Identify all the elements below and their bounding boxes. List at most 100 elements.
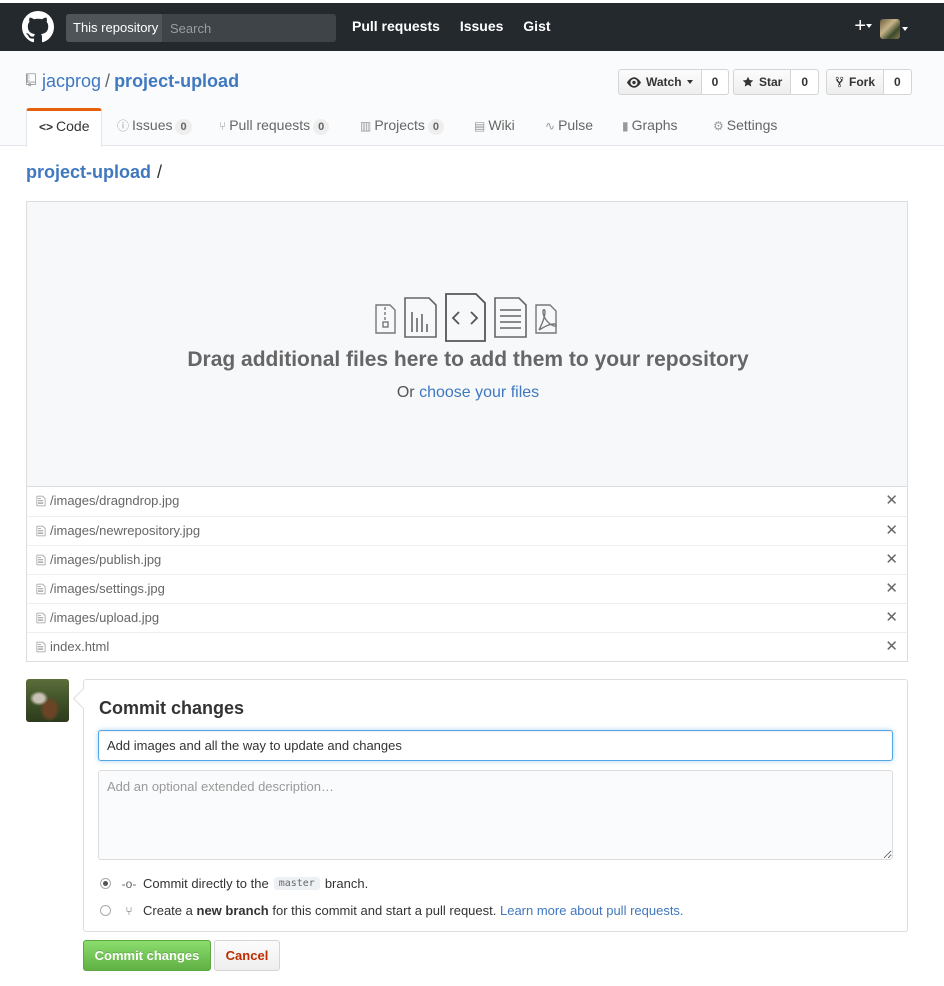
remove-file-icon[interactable]: ✕ <box>885 546 898 574</box>
choose-files-link[interactable]: choose your files <box>419 384 539 401</box>
commit-direct-radio[interactable] <box>100 878 111 889</box>
project-icon: ▥ <box>360 119 372 133</box>
remove-file-icon[interactable]: ✕ <box>885 604 898 632</box>
committer-avatar <box>26 679 69 722</box>
chart-file-icon <box>404 297 437 338</box>
file-row: /images/settings.jpg ✕ <box>27 574 907 603</box>
file-icon <box>36 525 46 537</box>
commit-option-direct[interactable]: -o- Commit directly to the master branch… <box>100 876 368 891</box>
file-icon <box>36 583 46 595</box>
code-file-icon <box>445 293 486 342</box>
watch-label: Watch <box>646 75 682 89</box>
file-drop-zone[interactable]: Drag additional files here to add them t… <box>26 201 908 487</box>
commit-direct-text-before: Commit directly to the <box>143 876 269 891</box>
nav-gist[interactable]: Gist <box>523 18 550 34</box>
tab-graphs-label: Graphs <box>631 117 678 133</box>
watch-group: Watch 0 <box>618 69 730 95</box>
user-avatar-menu[interactable] <box>880 19 900 39</box>
star-count[interactable]: 0 <box>791 69 820 95</box>
commit-direct-text-after: branch. <box>324 876 369 891</box>
commit-summary-input[interactable] <box>98 730 893 761</box>
text-file-icon <box>494 297 527 338</box>
file-name: /images/dragndrop.jpg <box>50 493 180 508</box>
star-button[interactable]: Star <box>733 69 792 95</box>
breadcrumb: project-upload / <box>26 162 162 183</box>
file-name: /images/newrepository.jpg <box>50 523 201 538</box>
repo-title: jacprog / project-upload <box>42 71 239 92</box>
file-name: index.html <box>50 639 110 654</box>
tab-projects[interactable]: ▥ Projects 0 <box>360 108 445 146</box>
commit-option-new-branch[interactable]: ⑂ Create a new branch for this commit an… <box>100 903 684 918</box>
eye-icon <box>627 76 641 88</box>
file-icon <box>36 554 46 566</box>
drop-zone-or: Or <box>396 384 415 401</box>
file-row: index.html ✕ <box>27 632 907 661</box>
new-branch-radio[interactable] <box>100 905 111 916</box>
tab-issues[interactable]: ⓘ Issues 0 <box>117 108 192 146</box>
tab-pull-requests[interactable]: ⑂ Pull requests 0 <box>219 108 330 146</box>
create-new-plus-icon[interactable]: + <box>854 14 866 38</box>
remove-file-icon[interactable]: ✕ <box>885 633 898 661</box>
tab-settings[interactable]: ⚙ Settings <box>713 108 777 146</box>
file-row: /images/dragndrop.jpg ✕ <box>27 487 907 516</box>
search-box: This repository <box>66 14 336 42</box>
new-branch-text-before: Create a <box>143 903 193 918</box>
fork-button[interactable]: Fork <box>826 69 885 95</box>
new-branch-text-after: for this commit and start a pull request… <box>272 903 497 918</box>
tab-graphs[interactable]: ▮ Graphs <box>622 108 678 146</box>
nav-pull-requests[interactable]: Pull requests <box>352 18 440 34</box>
remove-file-icon[interactable]: ✕ <box>885 575 898 603</box>
cancel-button[interactable]: Cancel <box>214 940 280 971</box>
header-nav: Pull requests Issues Gist <box>352 18 567 34</box>
new-branch-bold-text: new branch <box>196 903 269 918</box>
search-scope-badge[interactable]: This repository <box>66 14 162 42</box>
repository-header: jacprog / project-upload Watch 0 Star 0 Fo… <box>0 51 944 147</box>
commit-changes-button[interactable]: Commit changes <box>83 940 211 971</box>
file-row: /images/upload.jpg ✕ <box>27 603 907 632</box>
header-bar: This repository Pull requests Issues Gis… <box>0 3 944 51</box>
file-name: /images/upload.jpg <box>50 610 160 625</box>
gear-icon: ⚙ <box>713 119 724 133</box>
remove-file-icon[interactable]: ✕ <box>885 517 898 545</box>
global-header: This repository Pull requests Issues Gis… <box>0 0 944 51</box>
watch-caret-icon <box>686 80 693 84</box>
tab-wiki[interactable]: ▤ Wiki <box>474 108 515 146</box>
file-icon <box>36 495 46 507</box>
remove-file-icon[interactable]: ✕ <box>885 487 898 515</box>
commit-description-textarea[interactable] <box>98 770 893 860</box>
repo-name-link[interactable]: project-upload <box>114 71 239 91</box>
breadcrumb-repo-link[interactable]: project-upload <box>26 162 151 182</box>
tab-issues-label: Issues <box>132 117 173 133</box>
create-new-caret-icon[interactable] <box>866 24 872 28</box>
branch-name-chip: master <box>273 877 320 890</box>
star-group: Star 0 <box>733 69 820 95</box>
tab-pulse[interactable]: ∿ Pulse <box>545 108 593 146</box>
file-row: /images/newrepository.jpg ✕ <box>27 516 907 545</box>
tab-projects-counter: 0 <box>427 119 445 135</box>
file-icon <box>36 612 46 624</box>
watch-count[interactable]: 0 <box>701 69 730 95</box>
drop-zone-subtitle: Or choose your files <box>27 384 909 402</box>
book-icon: ▤ <box>474 119 486 133</box>
git-commit-icon: -o- <box>121 876 137 891</box>
tab-wiki-label: Wiki <box>488 117 515 133</box>
nav-issues[interactable]: Issues <box>460 18 504 34</box>
tab-code[interactable]: <> Code <box>26 108 103 147</box>
fork-count[interactable]: 0 <box>884 69 912 95</box>
code-icon: <> <box>39 120 54 134</box>
learn-more-pull-requests-link[interactable]: Learn more about pull requests. <box>500 903 684 918</box>
repo-owner-link[interactable]: jacprog <box>42 71 101 91</box>
pull-request-icon: ⑂ <box>219 119 227 133</box>
graph-icon: ▮ <box>622 119 629 133</box>
fork-group: Fork 0 <box>826 69 912 95</box>
user-menu-caret-icon[interactable] <box>902 27 908 31</box>
search-input[interactable] <box>162 14 336 42</box>
file-types-icon <box>375 293 557 342</box>
zip-file-icon <box>375 304 396 334</box>
github-logo-icon[interactable] <box>22 11 54 43</box>
file-name: /images/publish.jpg <box>50 552 162 567</box>
commit-form-title: Commit changes <box>99 698 245 718</box>
commit-form: Commit changes -o- Commit directly to th… <box>83 679 908 932</box>
pull-request-icon: ⑂ <box>125 903 133 918</box>
watch-button[interactable]: Watch <box>618 69 702 95</box>
